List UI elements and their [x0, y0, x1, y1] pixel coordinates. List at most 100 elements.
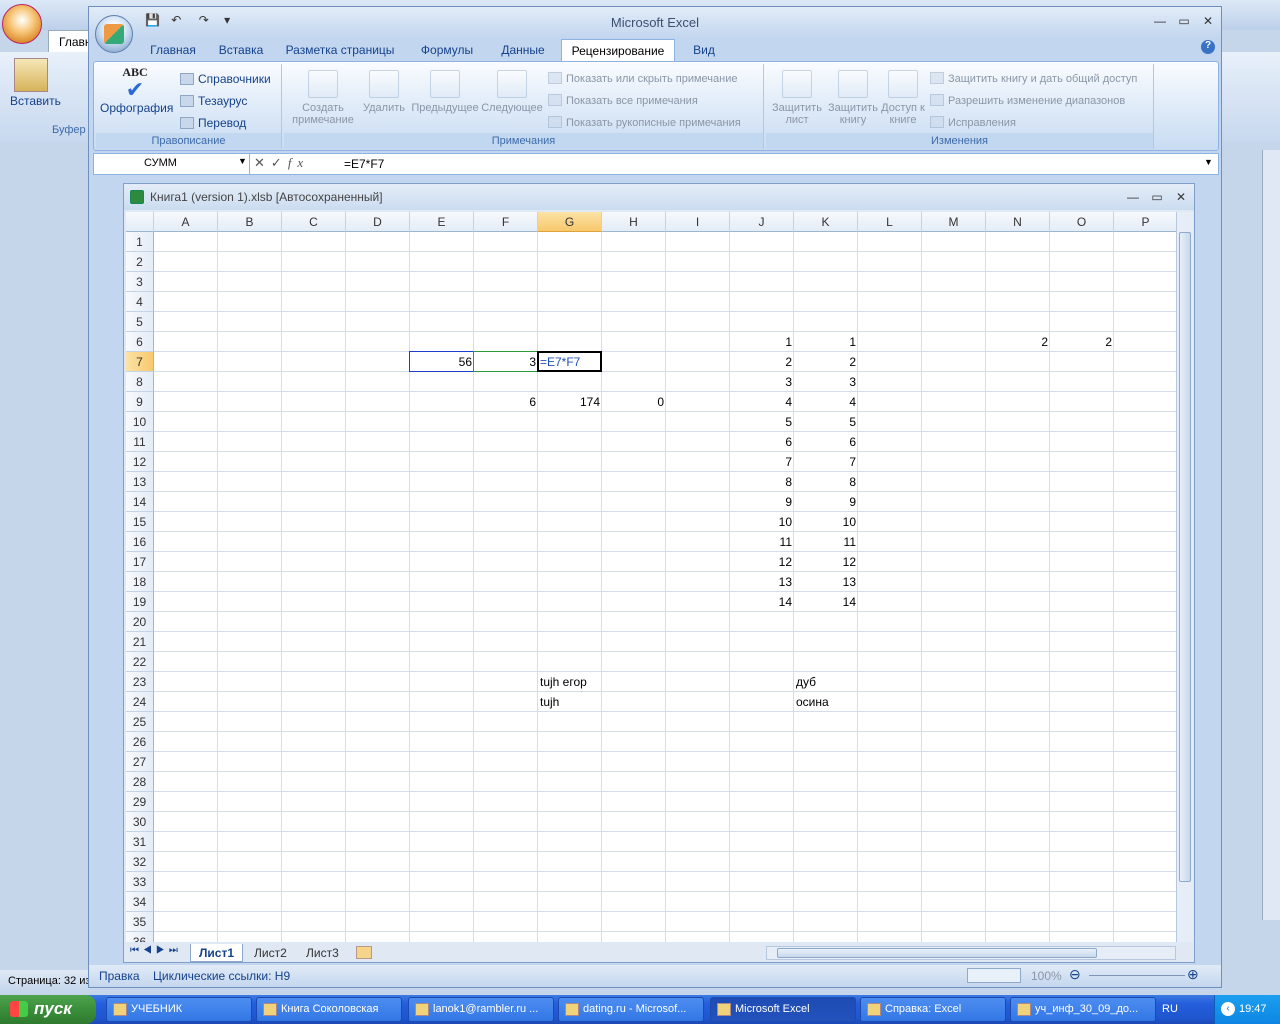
cell-h9[interactable]: 0 [602, 392, 666, 412]
cell-k18[interactable]: 13 [794, 572, 858, 592]
zoom-slider[interactable] [1089, 975, 1185, 976]
close-icon[interactable]: ✕ [1199, 14, 1217, 28]
row-header-3[interactable]: 3 [126, 272, 154, 292]
show-hide-comment-button[interactable]: Показать или скрыть примечание [548, 72, 737, 90]
background-paste-label[interactable]: Вставить [10, 94, 61, 108]
taskbar-item-6[interactable]: Справка: Excel [860, 997, 1006, 1022]
delete-comment-button[interactable]: Удалить [356, 70, 412, 114]
cell-j6[interactable]: 1 [730, 332, 794, 352]
row-header-36[interactable]: 36 [126, 932, 154, 942]
column-header-o[interactable]: O [1050, 212, 1114, 232]
row-header-26[interactable]: 26 [126, 732, 154, 752]
row-header-34[interactable]: 34 [126, 892, 154, 912]
sheet-tab-3[interactable]: Лист3 [298, 944, 347, 962]
cell-k24[interactable]: осина [794, 692, 922, 712]
row-header-18[interactable]: 18 [126, 572, 154, 592]
row-header-32[interactable]: 32 [126, 852, 154, 872]
name-box[interactable]: СУММ [94, 154, 250, 174]
cell-j19[interactable]: 14 [730, 592, 794, 612]
column-header-h[interactable]: H [602, 212, 666, 232]
column-header-f[interactable]: F [474, 212, 538, 232]
row-header-31[interactable]: 31 [126, 832, 154, 852]
cell-g9[interactable]: 174 [538, 392, 602, 412]
column-header-a[interactable]: A [154, 212, 218, 232]
cell-j11[interactable]: 6 [730, 432, 794, 452]
column-header-c[interactable]: C [282, 212, 346, 232]
thesaurus-button[interactable]: Тезаурус [180, 94, 247, 112]
column-header-p[interactable]: P [1114, 212, 1176, 232]
vertical-scrollbar[interactable] [1176, 212, 1193, 942]
row-header-35[interactable]: 35 [126, 912, 154, 932]
row-header-15[interactable]: 15 [126, 512, 154, 532]
cell-n6[interactable]: 2 [986, 332, 1050, 352]
translate-button[interactable]: Перевод [180, 116, 246, 134]
maximize-icon[interactable]: ▭ [1175, 14, 1193, 28]
start-button[interactable]: пуск [0, 995, 96, 1024]
column-header-l[interactable]: L [858, 212, 922, 232]
row-header-28[interactable]: 28 [126, 772, 154, 792]
column-header-g[interactable]: G [538, 212, 602, 232]
cell-g23[interactable]: tujh егор [538, 672, 666, 692]
customize-qat-icon[interactable]: ▾ [224, 13, 230, 27]
column-header-d[interactable]: D [346, 212, 410, 232]
spreadsheet-grid[interactable]: A B C D E F G H I J K L M N O P 1 2 3 4 5 6 7 8 9 10 11 12 13 14 15 16 1… [126, 212, 1176, 942]
cell-f9[interactable]: 6 [474, 392, 538, 412]
row-header-10[interactable]: 10 [126, 412, 154, 432]
horizontal-scrollbar[interactable] [766, 946, 1176, 960]
research-button[interactable]: Справочники [180, 72, 271, 90]
tray-expand-icon[interactable]: ‹ [1221, 1002, 1235, 1016]
track-changes-button[interactable]: Исправления [930, 116, 1016, 134]
row-header-14[interactable]: 14 [126, 492, 154, 512]
allow-ranges-button[interactable]: Разрешить изменение диапазонов [930, 94, 1125, 112]
row-header-12[interactable]: 12 [126, 452, 154, 472]
cell-j14[interactable]: 9 [730, 492, 794, 512]
wb-minimize-icon[interactable]: — [1124, 190, 1142, 204]
row-header-21[interactable]: 21 [126, 632, 154, 652]
wb-restore-icon[interactable]: ▭ [1148, 190, 1166, 204]
language-indicator[interactable]: RU [1162, 1003, 1178, 1015]
tab-review[interactable]: Рецензирование [561, 39, 675, 61]
wb-close-icon[interactable]: ✕ [1172, 190, 1190, 204]
cell-k19[interactable]: 14 [794, 592, 858, 612]
row-header-30[interactable]: 30 [126, 812, 154, 832]
background-scrollbar[interactable] [1262, 150, 1280, 920]
row-header-24[interactable]: 24 [126, 692, 154, 712]
tab-view[interactable]: Вид [679, 39, 729, 61]
cell-k11[interactable]: 6 [794, 432, 858, 452]
taskbar-item-3[interactable]: lanok1@rambler.ru ... [408, 997, 554, 1022]
formula-input[interactable]: =E7*F7 [344, 157, 384, 171]
expand-formula-icon[interactable]: ▼ [1204, 157, 1213, 167]
column-header-i[interactable]: I [666, 212, 730, 232]
cell-j8[interactable]: 3 [730, 372, 794, 392]
background-office-button[interactable] [2, 4, 42, 44]
column-header-n[interactable]: N [986, 212, 1050, 232]
protect-workbook-button[interactable]: Защитить книгу [824, 70, 882, 126]
save-icon[interactable]: 💾 [145, 13, 160, 27]
cell-k6[interactable]: 1 [794, 332, 858, 352]
previous-comment-button[interactable]: Предыдущее [408, 70, 482, 114]
row-header-23[interactable]: 23 [126, 672, 154, 692]
share-workbook-button[interactable]: Доступ к книге [878, 70, 928, 126]
cell-k17[interactable]: 12 [794, 552, 858, 572]
cell-k8[interactable]: 3 [794, 372, 858, 392]
row-header-4[interactable]: 4 [126, 292, 154, 312]
cell-k23[interactable]: дуб [794, 672, 922, 692]
view-buttons-icon[interactable] [967, 968, 1021, 983]
row-header-11[interactable]: 11 [126, 432, 154, 452]
row-header-13[interactable]: 13 [126, 472, 154, 492]
row-header-1[interactable]: 1 [126, 232, 154, 252]
help-icon[interactable]: ? [1201, 40, 1215, 54]
cell-k10[interactable]: 5 [794, 412, 858, 432]
horizontal-scroll-thumb[interactable] [777, 948, 1097, 958]
protect-sheet-button[interactable]: Защитить лист [768, 70, 826, 126]
cell-k9[interactable]: 4 [794, 392, 858, 412]
cell-j7[interactable]: 2 [730, 352, 794, 372]
taskbar-item-4[interactable]: dating.ru - Microsof... [558, 997, 704, 1022]
insert-sheet-icon[interactable] [356, 946, 372, 959]
show-all-comments-button[interactable]: Показать все примечания [548, 94, 698, 112]
next-comment-button[interactable]: Следующее [480, 70, 544, 114]
row-header-27[interactable]: 27 [126, 752, 154, 772]
row-header-22[interactable]: 22 [126, 652, 154, 672]
row-header-20[interactable]: 20 [126, 612, 154, 632]
taskbar-item-7[interactable]: уч_инф_30_09_до... [1010, 997, 1156, 1022]
